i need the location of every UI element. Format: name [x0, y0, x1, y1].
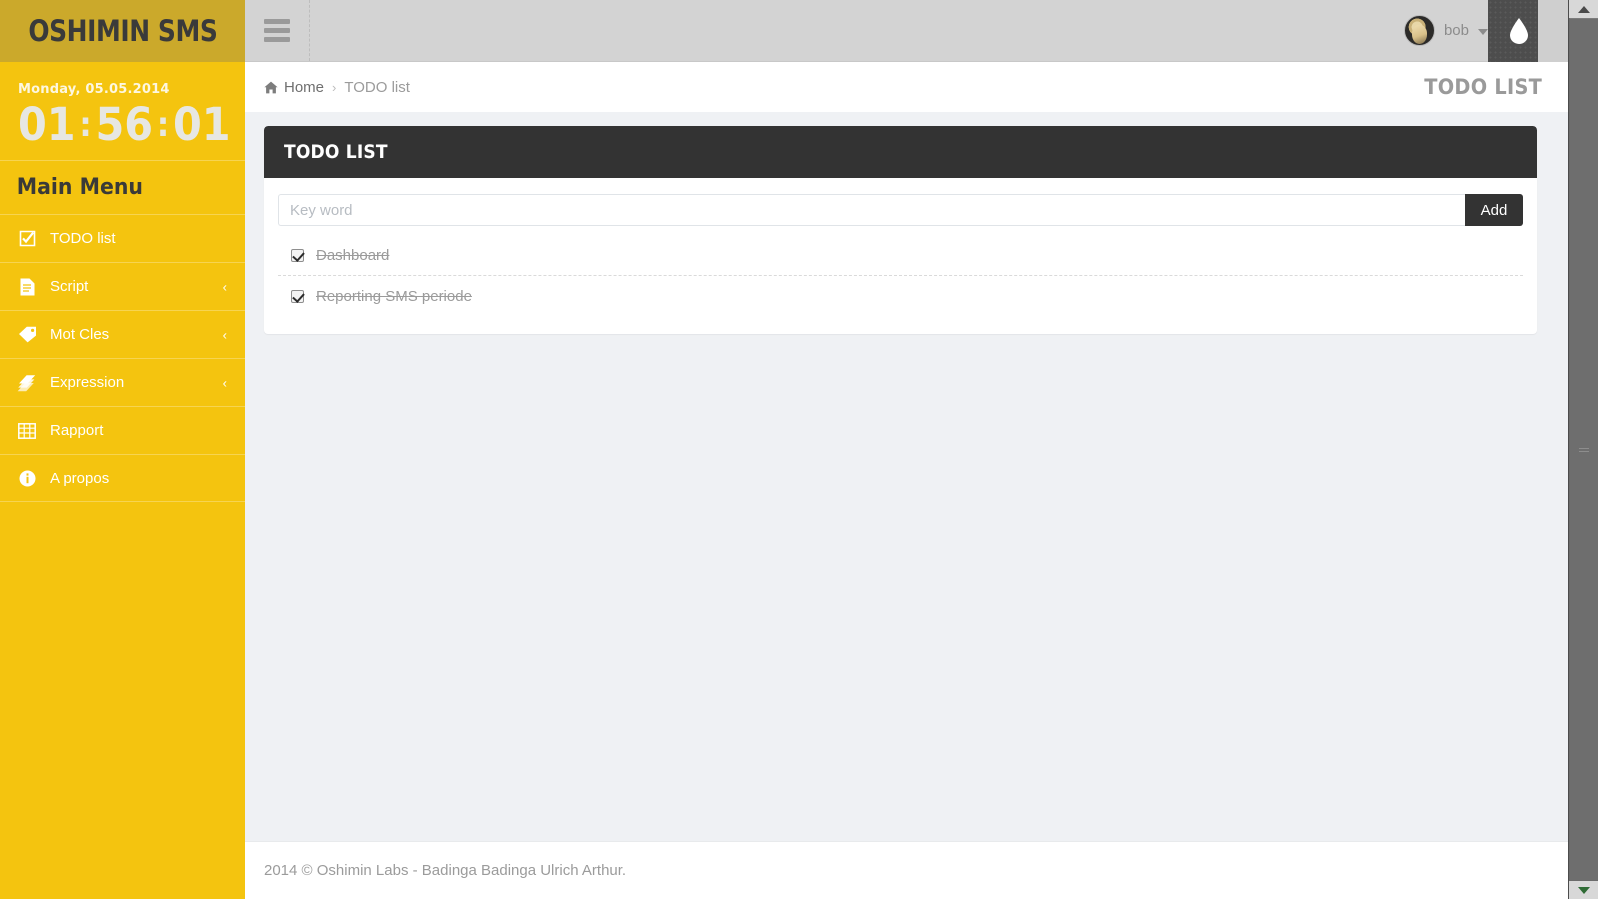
clock-separator-2: : [156, 105, 170, 145]
page-scrollbar[interactable] [1568, 0, 1598, 899]
breadcrumb-home[interactable]: Home [264, 79, 324, 96]
sidebar-item-todo-list[interactable]: TODO list [0, 214, 245, 262]
sidebar-toggle-button[interactable] [245, 0, 310, 61]
clock-seconds: 01 [172, 98, 231, 151]
user-name-label: bob [1443, 22, 1469, 39]
sidebar: Monday, 05.05.2014 01:56:01 Main Menu TO… [0, 62, 245, 899]
scrollbar-down-button[interactable] [1569, 881, 1598, 899]
sidebar-item-label: Mot Cles [50, 326, 110, 344]
chevron-left-icon: ‹ [222, 327, 227, 343]
sidebar-item-label: TODO list [50, 230, 116, 248]
scrollbar-up-button[interactable] [1569, 0, 1598, 18]
check-square-icon [16, 230, 38, 247]
page-title: TODO LIST [1424, 75, 1542, 99]
todo-checkbox[interactable] [291, 289, 304, 303]
app-logo[interactable]: OSHIMIN SMS [0, 0, 245, 62]
top-navbar: OSHIMIN SMS bob [0, 0, 1568, 62]
scrollbar-thumb[interactable] [1570, 18, 1598, 880]
breadcrumb-home-label: Home [284, 78, 325, 96]
sidebar-item-label: A propos [50, 469, 110, 487]
todo-label[interactable]: Reporting SMS periode [316, 288, 472, 305]
sidebar-menu: TODO list Script ‹ Mot Cles ‹ Expression ‹ Rapp… [0, 214, 245, 503]
topbar-right-filler [1538, 0, 1568, 62]
todo-label[interactable]: Dashboard [316, 247, 389, 264]
panel-title: TODO LIST [284, 141, 388, 163]
chevron-left-icon: ‹ [222, 375, 227, 391]
sidebar-item-a-propos[interactable]: A propos [0, 454, 245, 503]
avatar [1403, 15, 1435, 46]
user-menu[interactable]: bob [1403, 0, 1488, 61]
breadcrumb-separator: › [332, 79, 337, 95]
breadcrumb-bar: Home › TODO list TODO LIST [245, 62, 1568, 112]
home-icon [264, 81, 278, 93]
chevron-down-icon [1578, 886, 1590, 894]
clock-date: Monday, 05.05.2014 [18, 82, 170, 97]
file-icon [16, 278, 38, 296]
panel-header: TODO LIST [264, 126, 1537, 178]
todo-panel: TODO LIST Add Dashboard Reporting SMS per… [264, 126, 1537, 334]
app-logo-text: OSHIMIN SMS [28, 14, 217, 48]
breadcrumb: Home › TODO list [264, 79, 410, 96]
sidebar-item-label: Script [50, 278, 89, 296]
scrollbar-grip-icon [1579, 446, 1589, 454]
clock-time: 01:56:01 [18, 98, 231, 151]
tag-icon [16, 326, 38, 343]
chevron-up-icon [1578, 5, 1590, 13]
breadcrumb-current: TODO list [344, 78, 410, 96]
sidebar-item-rapport[interactable]: Rapport [0, 406, 245, 454]
table-icon [16, 422, 38, 439]
footer-text: 2014 © Oshimin Labs - Badinga Badinga Ul… [264, 862, 627, 879]
keyword-input[interactable] [278, 194, 1465, 226]
todo-checkbox[interactable] [291, 249, 304, 262]
clock-minutes: 56 [95, 98, 154, 151]
sidebar-item-label: Rapport [50, 422, 104, 440]
menu-section-title: Main Menu [16, 175, 143, 201]
todo-item-list: Dashboard Reporting SMS periode [278, 236, 1523, 316]
sidebar-item-label: Expression [50, 374, 125, 392]
add-todo-row: Add [278, 194, 1523, 226]
add-button[interactable]: Add [1465, 194, 1523, 226]
scrollbar-track[interactable] [1569, 18, 1598, 881]
todo-item: Dashboard [278, 236, 1523, 276]
panel-body: Add Dashboard Reporting SMS periode [264, 178, 1537, 334]
sidebar-item-script[interactable]: Script ‹ [0, 262, 245, 310]
water-drop-icon [1510, 18, 1528, 44]
clock-widget: Monday, 05.05.2014 01:56:01 [0, 62, 245, 160]
sidebar-item-expression[interactable]: Expression ‹ [0, 358, 245, 406]
hamburger-icon [264, 19, 290, 42]
clock-separator-1: : [79, 105, 92, 145]
todo-item: Reporting SMS periode [278, 276, 1523, 316]
chevron-left-icon: ‹ [222, 279, 227, 295]
clock-hours: 01 [18, 98, 76, 151]
tags-icon [16, 374, 38, 392]
chevron-down-icon [1478, 29, 1488, 35]
main-content: Home › TODO list TODO LIST TODO LIST Add… [245, 62, 1568, 899]
sidebar-item-mot-cles[interactable]: Mot Cles ‹ [0, 310, 245, 358]
info-circle-icon [16, 470, 38, 487]
footer: 2014 © Oshimin Labs - Badinga Badinga Ul… [245, 841, 1568, 899]
